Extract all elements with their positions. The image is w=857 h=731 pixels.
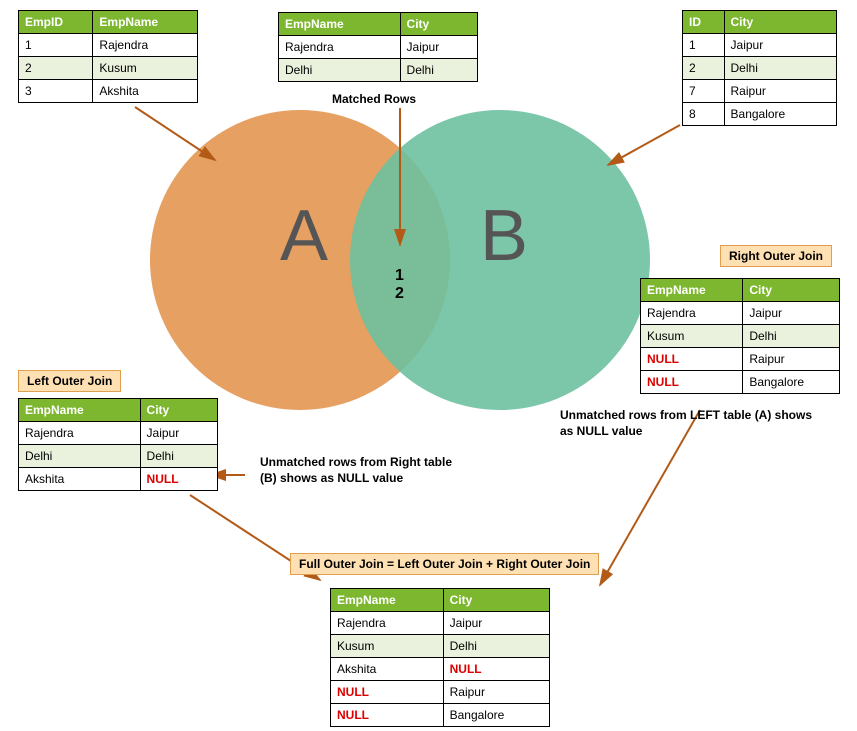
table-row: 2Delhi	[683, 57, 837, 80]
th: City	[140, 399, 217, 422]
diagram-stage: A B 1 2 EmpIDEmpName 1Rajendra 2Kusum 3A…	[0, 0, 857, 731]
table-a: EmpIDEmpName 1Rajendra 2Kusum 3Akshita	[18, 10, 198, 103]
table-row: KusumDelhi	[641, 325, 840, 348]
arrow-b-to-venn	[608, 125, 680, 165]
venn-label-b: B	[480, 196, 528, 276]
table-row: NULLRaipur	[641, 348, 840, 371]
th: EmpName	[279, 13, 401, 36]
table-row: NULLRaipur	[331, 681, 550, 704]
arrow-a-to-venn	[135, 107, 215, 160]
venn-label-a: A	[280, 196, 328, 276]
th: City	[743, 279, 840, 302]
table-right-join: EmpNameCity RajendraJaipur KusumDelhi NU…	[640, 278, 840, 394]
table-row: KusumDelhi	[331, 635, 550, 658]
th: ID	[683, 11, 725, 34]
table-row: RajendraJaipur	[641, 302, 840, 325]
venn-inter-2: 2	[395, 285, 404, 302]
th: EmpName	[19, 399, 141, 422]
table-row: AkshitaNULL	[19, 468, 218, 491]
table-row: 7Raipur	[683, 80, 837, 103]
table-left-join: EmpNameCity RajendraJaipur DelhiDelhi Ak…	[18, 398, 218, 491]
note-left-null: Unmatched rows from Right table (B) show…	[260, 455, 470, 486]
label-full-outer-join: Full Outer Join = Left Outer Join + Righ…	[290, 553, 599, 575]
label-left-outer-join: Left Outer Join	[18, 370, 121, 392]
table-row: RajendraJaipur	[331, 612, 550, 635]
table-row: DelhiDelhi	[279, 59, 478, 82]
table-row: NULLBangalore	[641, 371, 840, 394]
table-row: RajendraJaipur	[19, 422, 218, 445]
table-full-join: EmpNameCity RajendraJaipur KusumDelhi Ak…	[330, 588, 550, 727]
th: EmpName	[93, 11, 198, 34]
table-b: IDCity 1Jaipur 2Delhi 7Raipur 8Bangalore	[682, 10, 837, 126]
table-row: RajendraJaipur	[279, 36, 478, 59]
th: City	[400, 13, 477, 36]
venn-inter-1: 1	[395, 267, 404, 284]
table-row: DelhiDelhi	[19, 445, 218, 468]
th: EmpName	[331, 589, 444, 612]
note-right-null: Unmatched rows from LEFT table (A) shows…	[560, 408, 820, 439]
table-row: 8Bangalore	[683, 103, 837, 126]
th: City	[443, 589, 549, 612]
label-right-outer-join: Right Outer Join	[720, 245, 832, 267]
table-row: 2Kusum	[19, 57, 198, 80]
table-row: AkshitaNULL	[331, 658, 550, 681]
caption-matched-rows: Matched Rows	[332, 92, 416, 106]
table-matched: EmpNameCity RajendraJaipur DelhiDelhi	[278, 12, 478, 82]
table-row: 1Jaipur	[683, 34, 837, 57]
th: EmpID	[19, 11, 93, 34]
th: EmpName	[641, 279, 743, 302]
table-row: 1Rajendra	[19, 34, 198, 57]
th: City	[724, 11, 836, 34]
table-row: NULLBangalore	[331, 704, 550, 727]
table-row: 3Akshita	[19, 80, 198, 103]
